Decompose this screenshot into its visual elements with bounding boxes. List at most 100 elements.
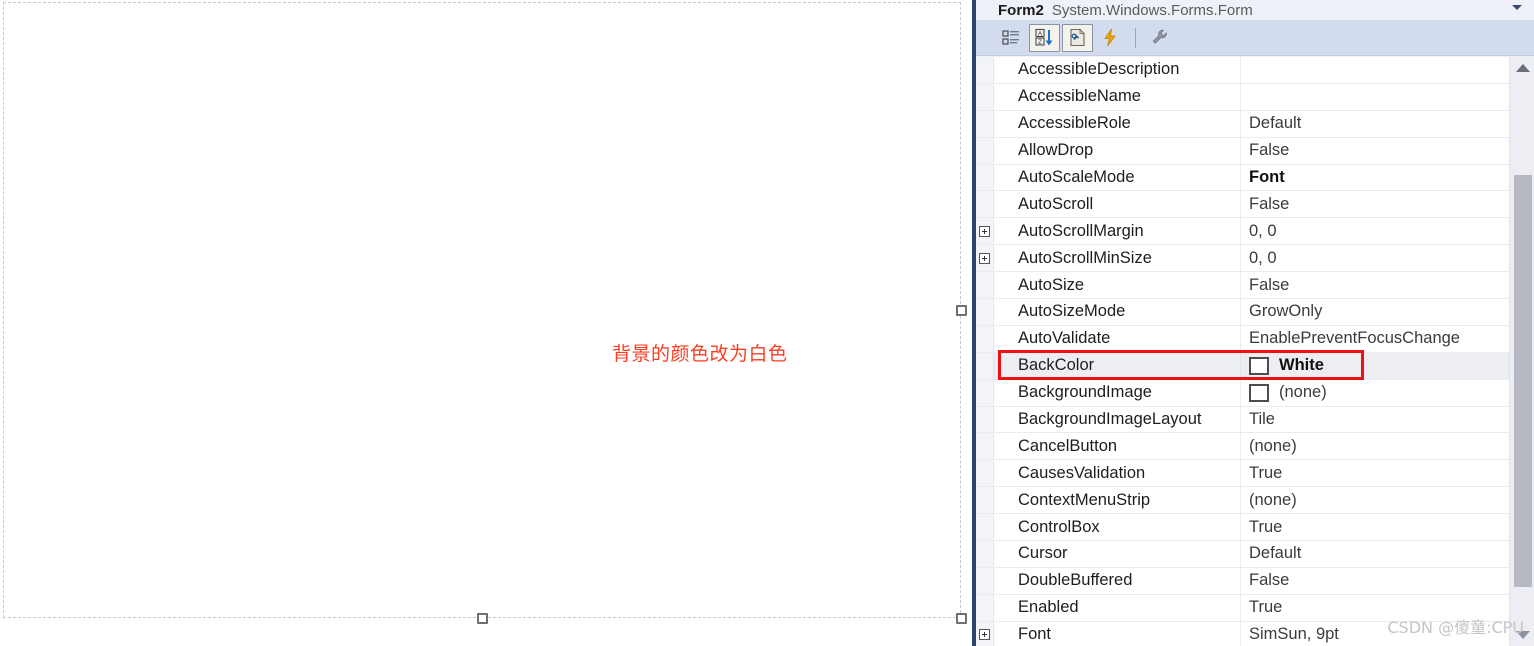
- expand-plus-icon[interactable]: [979, 225, 990, 237]
- property-value-text: False: [1249, 571, 1290, 590]
- row-gutter: [976, 567, 994, 594]
- property-pages-button[interactable]: [1145, 24, 1176, 52]
- property-name: AllowDrop: [1018, 141, 1094, 160]
- property-row[interactable]: AutoSize False: [976, 272, 1509, 300]
- resize-handle-bottom-center[interactable]: [477, 613, 488, 624]
- expand-plus-icon[interactable]: [976, 218, 994, 245]
- property-value-text: GrowOnly: [1249, 302, 1323, 321]
- row-gutter: [976, 352, 994, 379]
- property-value-cell[interactable]: False: [1240, 272, 1509, 299]
- resize-handle-middle-right[interactable]: [956, 305, 967, 316]
- property-row[interactable]: AutoScaleMode Font: [976, 164, 1509, 192]
- property-value-cell[interactable]: False: [1240, 567, 1509, 594]
- property-value-cell[interactable]: GrowOnly: [1240, 299, 1509, 325]
- row-gutter: [976, 487, 994, 514]
- property-row[interactable]: AccessibleRole Default: [976, 110, 1509, 138]
- property-value-cell[interactable]: 0, 0: [1240, 218, 1509, 245]
- properties-view-button[interactable]: [1062, 23, 1093, 52]
- property-name: AutoScroll: [1018, 194, 1094, 213]
- property-row[interactable]: AutoSizeMode GrowOnly: [976, 299, 1509, 326]
- selected-object-type: System.Windows.Forms.Form: [1051, 1, 1253, 19]
- row-gutter: [976, 164, 994, 191]
- expand-plus-icon[interactable]: [979, 252, 990, 264]
- scroll-up-arrow-icon[interactable]: [1510, 57, 1534, 79]
- categorized-view-button[interactable]: [996, 24, 1027, 52]
- row-gutter: [976, 299, 994, 325]
- property-value-text: Default: [1249, 544, 1302, 563]
- color-swatch-icon: [1249, 356, 1269, 375]
- properties-window: Form2 System.Windows.Forms.Form A Z Acce…: [972, 0, 1534, 646]
- property-value-cell[interactable]: Font: [1240, 164, 1509, 191]
- property-name: AccessibleName: [1018, 87, 1141, 106]
- row-gutter: [976, 110, 994, 137]
- property-value-text: (none): [1249, 436, 1297, 455]
- property-value-cell[interactable]: White: [1240, 352, 1509, 379]
- property-row[interactable]: CausesValidation True: [976, 460, 1509, 488]
- row-gutter: [976, 57, 994, 83]
- property-row[interactable]: BackColor White: [976, 352, 1509, 380]
- properties-titlebar[interactable]: Form2 System.Windows.Forms.Form: [976, 0, 1534, 20]
- property-value-cell[interactable]: (none): [1240, 379, 1509, 406]
- property-value-cell[interactable]: False: [1240, 191, 1509, 218]
- property-row[interactable]: BackgroundImage (none): [976, 379, 1509, 407]
- events-view-button[interactable]: [1095, 24, 1126, 52]
- property-value-text: Tile: [1249, 410, 1275, 429]
- properties-grid[interactable]: AccessibleDescription AccessibleName Acces…: [976, 57, 1534, 646]
- property-row[interactable]: CancelButton (none): [976, 433, 1509, 461]
- expand-plus-icon[interactable]: [979, 629, 990, 641]
- property-value-text: SimSun, 9pt: [1249, 625, 1339, 644]
- chevron-down-icon[interactable]: [1512, 5, 1522, 10]
- property-value-cell[interactable]: (none): [1240, 487, 1509, 514]
- property-value-cell[interactable]: True: [1240, 514, 1509, 541]
- property-row[interactable]: AccessibleDescription: [976, 57, 1509, 84]
- property-name: AutoValidate: [1018, 329, 1111, 348]
- property-name: AutoSizeMode: [1018, 302, 1126, 321]
- property-value-cell[interactable]: (none): [1240, 433, 1509, 460]
- property-row[interactable]: AccessibleName: [976, 83, 1509, 111]
- property-row[interactable]: AutoScrollMinSize 0, 0: [976, 245, 1509, 273]
- properties-row-list: AccessibleDescription AccessibleName Acces…: [976, 57, 1509, 646]
- property-name: Font: [1018, 625, 1052, 644]
- scrollbar-thumb[interactable]: [1514, 175, 1532, 587]
- row-gutter: [976, 541, 994, 567]
- property-row[interactable]: DoubleBuffered False: [976, 567, 1509, 595]
- property-row[interactable]: AllowDrop False: [976, 137, 1509, 165]
- property-row[interactable]: BackgroundImageLayout Tile: [976, 406, 1509, 434]
- row-gutter: [976, 272, 994, 299]
- property-value-text: White: [1279, 356, 1324, 375]
- property-name: CancelButton: [1018, 436, 1118, 455]
- property-value-cell[interactable]: Default: [1240, 541, 1509, 567]
- properties-toolbar: A Z: [976, 20, 1534, 56]
- property-row[interactable]: AutoValidate EnablePreventFocusChange: [976, 325, 1509, 353]
- form-designer-surface[interactable]: 背景的颜色改为白色: [0, 0, 972, 646]
- property-value-cell[interactable]: 0, 0: [1240, 245, 1509, 272]
- form2-design-canvas[interactable]: 背景的颜色改为白色: [3, 2, 961, 618]
- property-value-cell[interactable]: False: [1240, 137, 1509, 164]
- property-row[interactable]: Cursor Default: [976, 541, 1509, 568]
- row-gutter: [976, 594, 994, 621]
- property-value-text: True: [1249, 463, 1283, 482]
- expand-plus-icon[interactable]: [976, 621, 994, 646]
- resize-handle-bottom-right[interactable]: [956, 613, 967, 624]
- property-value-cell[interactable]: EnablePreventFocusChange: [1240, 325, 1509, 352]
- property-value-cell[interactable]: [1240, 83, 1509, 110]
- properties-scrollbar[interactable]: [1509, 57, 1534, 646]
- selected-object-name: Form2: [998, 1, 1044, 19]
- alphabetical-sort-button[interactable]: A Z: [1029, 23, 1060, 52]
- property-row[interactable]: AutoScrollMargin 0, 0: [976, 218, 1509, 246]
- property-row[interactable]: ControlBox True: [976, 514, 1509, 542]
- property-value-cell[interactable]: True: [1240, 460, 1509, 487]
- property-row[interactable]: ContextMenuStrip (none): [976, 487, 1509, 515]
- property-value-text: False: [1249, 194, 1290, 213]
- color-swatch-icon: [1249, 383, 1269, 402]
- properties-page-icon: [1070, 28, 1085, 47]
- property-value-cell[interactable]: Tile: [1240, 406, 1509, 433]
- property-value-text: EnablePreventFocusChange: [1249, 329, 1460, 348]
- property-name: AccessibleRole: [1018, 114, 1131, 133]
- property-name: ControlBox: [1018, 517, 1100, 536]
- property-value-cell[interactable]: Default: [1240, 110, 1509, 137]
- property-value-cell[interactable]: [1240, 57, 1509, 83]
- property-row[interactable]: AutoScroll False: [976, 191, 1509, 219]
- screenshot-root: 背景的颜色改为白色 Form2 System.Windows.Forms.For…: [0, 0, 1534, 646]
- expand-plus-icon[interactable]: [976, 245, 994, 272]
